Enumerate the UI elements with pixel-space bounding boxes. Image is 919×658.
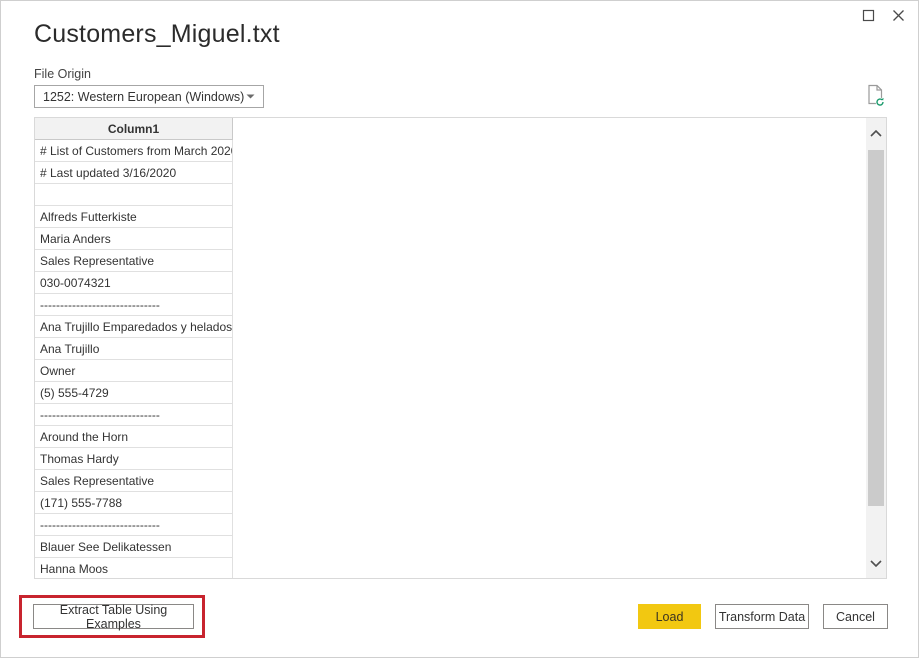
close-icon bbox=[892, 9, 905, 22]
import-dialog: Customers_Miguel.txt File Origin 1252: W… bbox=[0, 0, 919, 658]
table-cell: Ana Trujillo bbox=[35, 338, 233, 360]
scroll-up-icon bbox=[870, 130, 882, 137]
scroll-down-icon bbox=[870, 560, 882, 567]
table-row: Alfreds Futterkiste bbox=[35, 206, 233, 228]
vertical-scrollbar[interactable] bbox=[866, 118, 886, 578]
extract-table-button[interactable]: Extract Table Using Examples bbox=[33, 604, 194, 629]
table-row: Hanna Moos bbox=[35, 558, 233, 580]
table-cell: Maria Anders bbox=[35, 228, 233, 250]
table-row: # Last updated 3/16/2020 bbox=[35, 162, 233, 184]
file-origin-dropdown[interactable]: 1252: Western European (Windows) bbox=[34, 85, 264, 108]
table-row: ------------------------------ bbox=[35, 294, 233, 316]
load-button[interactable]: Load bbox=[638, 604, 701, 629]
maximize-button[interactable] bbox=[859, 6, 877, 24]
preview-pane: Column1 # List of Customers from March 2… bbox=[34, 117, 887, 579]
table-row: ------------------------------ bbox=[35, 404, 233, 426]
table-row: Sales Representative bbox=[35, 250, 233, 272]
table-cell: Blauer See Delikatessen bbox=[35, 536, 233, 558]
table-cell: Around the Horn bbox=[35, 426, 233, 448]
table-row: Owner bbox=[35, 360, 233, 382]
file-origin-value: 1252: Western European (Windows) bbox=[43, 90, 244, 104]
column-header[interactable]: Column1 bbox=[35, 118, 233, 140]
close-button[interactable] bbox=[889, 6, 907, 24]
scroll-up-button[interactable] bbox=[866, 122, 886, 144]
table-cell: Owner bbox=[35, 360, 233, 382]
table-cell bbox=[35, 184, 233, 206]
table-row: (171) 555-7788 bbox=[35, 492, 233, 514]
file-origin-label: File Origin bbox=[34, 67, 91, 81]
table-cell: # List of Customers from March 2020 bbox=[35, 140, 233, 162]
table-row: # List of Customers from March 2020 bbox=[35, 140, 233, 162]
table-row: Ana Trujillo bbox=[35, 338, 233, 360]
dropdown-arrow-icon bbox=[246, 94, 255, 99]
table-row: 030-0074321 bbox=[35, 272, 233, 294]
refresh-preview-icon bbox=[866, 84, 886, 108]
table-cell: Sales Representative bbox=[35, 470, 233, 492]
table-cell: ------------------------------ bbox=[35, 404, 233, 426]
table-row: ------------------------------ bbox=[35, 514, 233, 536]
table-row: Around the Horn bbox=[35, 426, 233, 448]
table-cell: # Last updated 3/16/2020 bbox=[35, 162, 233, 184]
dialog-title: Customers_Miguel.txt bbox=[34, 20, 280, 49]
table-cell: Thomas Hardy bbox=[35, 448, 233, 470]
maximize-icon bbox=[862, 9, 875, 22]
table-row: (5) 555-4729 bbox=[35, 382, 233, 404]
table-cell: (171) 555-7788 bbox=[35, 492, 233, 514]
table-row: Thomas Hardy bbox=[35, 448, 233, 470]
table-row: Sales Representative bbox=[35, 470, 233, 492]
table-cell: (5) 555-4729 bbox=[35, 382, 233, 404]
table-cell: Hanna Moos bbox=[35, 558, 233, 580]
table-row: Ana Trujillo Emparedados y helados bbox=[35, 316, 233, 338]
table-cell: 030-0074321 bbox=[35, 272, 233, 294]
table-row: Maria Anders bbox=[35, 228, 233, 250]
table-cell: Alfreds Futterkiste bbox=[35, 206, 233, 228]
refresh-preview-button[interactable] bbox=[866, 84, 886, 108]
table-cell: Sales Representative bbox=[35, 250, 233, 272]
preview-table: Column1 # List of Customers from March 2… bbox=[34, 117, 233, 579]
transform-data-button[interactable]: Transform Data bbox=[715, 604, 809, 629]
table-cell: Ana Trujillo Emparedados y helados bbox=[35, 316, 233, 338]
scrollbar-thumb[interactable] bbox=[868, 150, 884, 506]
table-row bbox=[35, 184, 233, 206]
table-row: Blauer See Delikatessen bbox=[35, 536, 233, 558]
table-cell: ------------------------------ bbox=[35, 514, 233, 536]
table-cell: ------------------------------ bbox=[35, 294, 233, 316]
cancel-button[interactable]: Cancel bbox=[823, 604, 888, 629]
scroll-down-button[interactable] bbox=[866, 552, 886, 574]
preview-table-body: # List of Customers from March 2020# Las… bbox=[35, 140, 233, 580]
